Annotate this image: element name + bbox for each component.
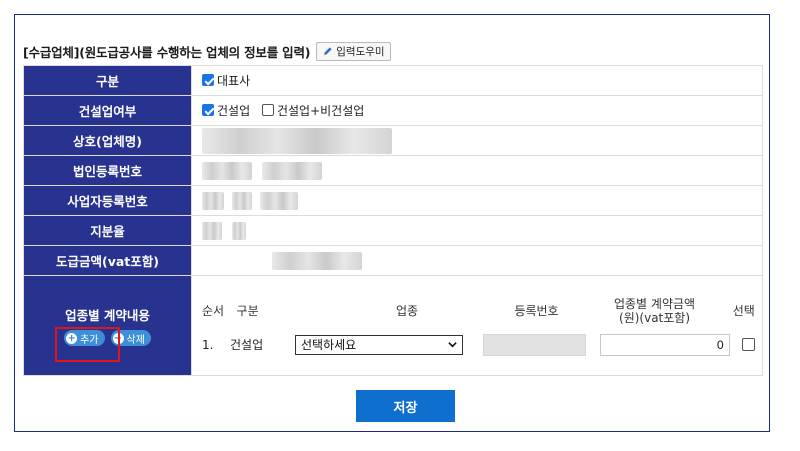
biz-reg-field-3[interactable] bbox=[259, 191, 298, 210]
construction-plus-checkbox[interactable]: 건설업+비건설업 bbox=[261, 102, 364, 119]
col-select: 선택 bbox=[732, 304, 755, 318]
chevron-down-icon bbox=[448, 342, 457, 348]
biz-reg-field-1[interactable] bbox=[202, 191, 224, 210]
row-corp-reg: 법인등록번호 bbox=[23, 155, 763, 186]
checkbox-checked-icon bbox=[202, 104, 214, 117]
col-category: 구분 bbox=[236, 304, 259, 318]
col-order: 순서 bbox=[202, 304, 225, 318]
input-helper-button[interactable]: 입력도우미 bbox=[316, 41, 391, 61]
corp-reg-field-2[interactable] bbox=[261, 161, 322, 180]
row-order: 1. bbox=[202, 337, 214, 352]
plus-icon: + bbox=[66, 332, 78, 344]
label-contract-by-type: 업종별 계약내용 bbox=[65, 308, 150, 323]
contractor-form-table: 구분 대표사 건설업여부 건설업 건설업+비건설업 상호(업체명) 법인등록번호… bbox=[23, 65, 763, 376]
reg-no-field[interactable] bbox=[483, 333, 586, 356]
row-select-checkbox[interactable] bbox=[742, 338, 755, 351]
col-industry: 업종 bbox=[395, 304, 419, 318]
amount-input[interactable]: 0 bbox=[600, 333, 730, 356]
company-name-field[interactable] bbox=[202, 127, 392, 154]
col-amount-line1: 업종별 계약금액 bbox=[613, 296, 696, 311]
col-reg-no: 등록번호 bbox=[514, 304, 559, 318]
save-button[interactable]: 저장 bbox=[356, 390, 455, 422]
row-contract-by-type: 업종별 계약내용 + 추가 − 삭제 순서 구분 업종 등록번호 업종별 계약금… bbox=[23, 275, 763, 376]
biz-reg-field-2[interactable] bbox=[231, 191, 252, 210]
row-contract-amount: 도급금액(vat포함) bbox=[23, 245, 763, 276]
minus-icon: − bbox=[112, 332, 124, 344]
representative-checkbox[interactable]: 대표사 bbox=[202, 72, 250, 89]
contract-amount-field[interactable] bbox=[272, 251, 362, 270]
section-heading-row: [수급업체](원도급공사를 수행하는 업체의 정보를 입력) 입력도우미 bbox=[23, 41, 391, 61]
label-corp-reg: 법인등록번호 bbox=[23, 155, 192, 186]
label-company-name: 상호(업체명) bbox=[23, 125, 192, 156]
pencil-icon bbox=[324, 46, 332, 55]
label-biz-reg: 사업자등록번호 bbox=[23, 185, 192, 216]
row-category: 구분 대표사 bbox=[23, 65, 763, 96]
label-construction: 건설업여부 bbox=[23, 95, 192, 126]
corp-reg-field-1[interactable] bbox=[202, 161, 252, 180]
delete-button[interactable]: − 삭제 bbox=[110, 330, 151, 346]
label-contract-amount: 도급금액(vat포함) bbox=[23, 245, 192, 276]
share-ratio-unit bbox=[231, 221, 246, 240]
section-heading: [수급업체](원도급공사를 수행하는 업체의 정보를 입력) bbox=[23, 44, 311, 60]
row-category: 건설업 bbox=[230, 338, 264, 352]
form-frame: [수급업체](원도급공사를 수행하는 업체의 정보를 입력) 입력도우미 구분 … bbox=[14, 14, 770, 432]
row-biz-reg: 사업자등록번호 bbox=[23, 185, 763, 216]
col-amount-line2: (원)(vat포함) bbox=[619, 310, 691, 325]
input-helper-label: 입력도우미 bbox=[336, 45, 385, 58]
label-share-ratio: 지분율 bbox=[23, 215, 192, 246]
label-category: 구분 bbox=[23, 65, 192, 96]
row-share-ratio: 지분율 bbox=[23, 215, 763, 246]
sub-table-header: 순서 구분 업종 등록번호 업종별 계약금액 (원)(vat포함) 선택 bbox=[202, 292, 762, 330]
industry-select[interactable]: 선택하세요 bbox=[295, 334, 463, 355]
checkbox-checked-icon bbox=[202, 74, 214, 87]
share-ratio-field[interactable] bbox=[202, 221, 222, 240]
row-company-name: 상호(업체명) bbox=[23, 125, 763, 156]
construction-checkbox[interactable]: 건설업 bbox=[202, 102, 250, 119]
add-button[interactable]: + 추가 bbox=[64, 330, 105, 346]
sub-table-row: 1. 건설업 선택하세요 0 bbox=[202, 330, 762, 360]
row-construction: 건설업여부 건설업 건설업+비건설업 bbox=[23, 95, 763, 126]
checkbox-unchecked-icon bbox=[261, 104, 274, 117]
